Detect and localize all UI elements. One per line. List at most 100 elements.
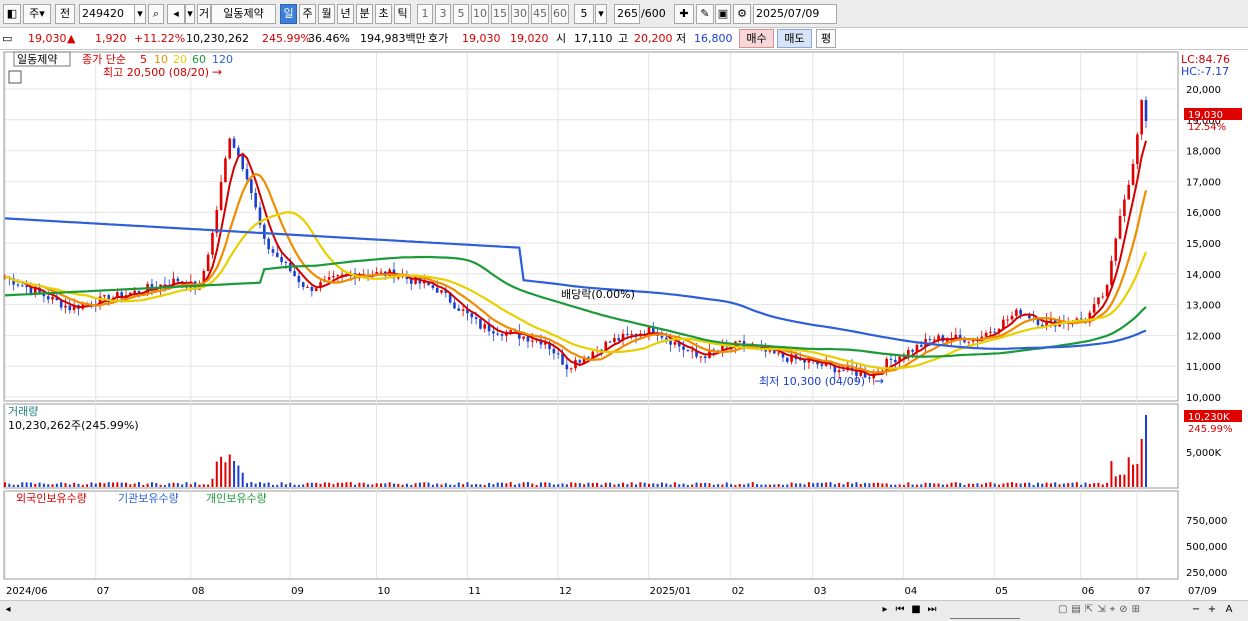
volume-bar (410, 484, 413, 487)
volume-bar (846, 482, 849, 487)
volume-bar (907, 482, 910, 487)
period-tab-1[interactable]: 주 (299, 4, 316, 24)
candle-body (1123, 199, 1126, 217)
volume-bar (77, 483, 80, 487)
volume-bar (786, 484, 789, 487)
draw-icon[interactable]: ✎ (696, 4, 714, 24)
volume-bar (1054, 482, 1057, 487)
volume-bar (578, 483, 581, 487)
code-dropdown-icon[interactable]: ▾ (134, 4, 146, 24)
save-icon[interactable]: ▣ (715, 4, 731, 24)
interval-button-3[interactable]: 3 (435, 4, 451, 24)
volume-bar (652, 483, 655, 487)
interval-button-45[interactable]: 45 (531, 4, 549, 24)
volume-bar (1067, 483, 1070, 487)
scroll-left-icon[interactable]: ◂ (3, 603, 13, 619)
prev-button[interactable]: 전 (55, 4, 75, 24)
volume-bar (496, 482, 499, 487)
volume-bar (1062, 483, 1065, 487)
volume-bar (872, 482, 875, 487)
interval-button-30[interactable]: 30 (511, 4, 529, 24)
zoom-out-icon[interactable]: − (1190, 603, 1202, 619)
count-dropdown-icon[interactable]: ▾ (595, 4, 607, 24)
candle-body (474, 317, 478, 320)
speaker-icon[interactable]: ◂ (167, 4, 185, 24)
drawing-tools-icons[interactable]: ▢▤⇱⇲⌖⊘⊞ (1026, 603, 1176, 619)
volume-tick: 5,000K (1186, 448, 1222, 459)
volume-bar (751, 482, 754, 487)
rewind-icon[interactable]: ⏮ (894, 603, 906, 619)
volume-bar (116, 482, 119, 487)
volume-bar (686, 484, 689, 487)
eval-button[interactable]: 평 (816, 29, 836, 48)
candle-body (137, 290, 141, 294)
candle-body (1118, 216, 1122, 239)
volume-bar (466, 482, 469, 487)
open-label: 시 (556, 32, 567, 45)
zoom-in-icon[interactable]: + (1206, 603, 1218, 619)
x-axis-label: 12 (559, 586, 572, 597)
period-tab-0[interactable]: 일 (280, 4, 297, 24)
candle-body (51, 296, 54, 300)
interval-button-1[interactable]: 1 (417, 4, 433, 24)
volume-ratio: 245.99% (262, 32, 311, 45)
gear-icon[interactable]: ⚙ (733, 4, 751, 24)
volume-bar (492, 484, 495, 487)
volume-bar (155, 483, 158, 487)
current-price: 19,030 (28, 32, 67, 45)
period-tab-4[interactable]: 분 (356, 4, 373, 24)
interval-button-15[interactable]: 15 (491, 4, 509, 24)
period-tab-6[interactable]: 틱 (394, 4, 411, 24)
volume-bar (898, 484, 901, 487)
stock-name[interactable]: 일동제약 (211, 4, 276, 24)
stock-chart[interactable]: 20,00019,00018,00017,00016,00015,00014,0… (0, 50, 1248, 600)
auto-icon[interactable]: A (1222, 603, 1236, 619)
stock-tag: 일동제약 (17, 52, 57, 66)
scroll-right-icon[interactable]: ▸ (880, 603, 890, 619)
candle-body (219, 182, 223, 211)
sell-button[interactable]: 매도 (777, 29, 812, 48)
interval-button-10[interactable]: 10 (471, 4, 489, 24)
volume-bar (859, 484, 862, 487)
candle-body (868, 377, 871, 379)
buy-button[interactable]: 매수 (739, 29, 774, 48)
volume-bar (738, 483, 741, 487)
layout-icon[interactable]: ◧ (3, 4, 21, 24)
x-axis: 2024/06 07 08 09 10 11 12 2025/01 02 03 04 05 06 07 (6, 586, 1151, 597)
zoom-slider[interactable] (950, 603, 1020, 619)
range-input[interactable]: 265 (614, 4, 640, 24)
crosshair-icon[interactable]: ✚ (674, 4, 694, 24)
code-input[interactable]: 249420 (79, 4, 135, 24)
candle-body (699, 356, 703, 358)
count-input[interactable]: 5 (574, 4, 594, 24)
candle-body (569, 368, 573, 370)
scroll-bar[interactable]: ◂ ▸ ⏮ ■ ⏭ ▢▤⇱⇲⌖⊘⊞ − + A (0, 600, 1248, 621)
period-tab-3[interactable]: 년 (337, 4, 354, 24)
volume-bar (29, 482, 32, 487)
calc-icon[interactable] (8, 70, 22, 84)
candle-body (660, 336, 664, 338)
volume: 10,230,262 (186, 32, 249, 45)
interval-button-5[interactable]: 5 (453, 4, 469, 24)
y-tick-label: 12,000 (1186, 331, 1221, 342)
candle-body (1131, 163, 1135, 185)
volume-bar (587, 482, 590, 487)
forward-icon[interactable]: ⏭ (926, 603, 938, 619)
volume-bar (838, 483, 841, 487)
volume-bar (349, 482, 352, 487)
stop-icon[interactable]: ■ (910, 603, 922, 619)
low-label: 저 (676, 32, 687, 45)
volume-bar (1075, 482, 1078, 487)
date-input[interactable]: 2025/07/09 (753, 4, 837, 24)
period-tab-2[interactable]: 월 (318, 4, 335, 24)
market-select[interactable]: 주▾ (23, 4, 51, 24)
period-tab-5[interactable]: 초 (375, 4, 392, 24)
volume-bar (816, 482, 819, 487)
interval-button-60[interactable]: 60 (551, 4, 569, 24)
x-axis-label: 11 (468, 586, 481, 597)
volume-bar (851, 483, 854, 487)
volume-bar (1093, 483, 1096, 487)
speaker-dropdown-icon[interactable]: ▾ (185, 4, 195, 24)
volume-bar (794, 483, 797, 487)
search-icon[interactable]: ⌕ (148, 4, 164, 24)
